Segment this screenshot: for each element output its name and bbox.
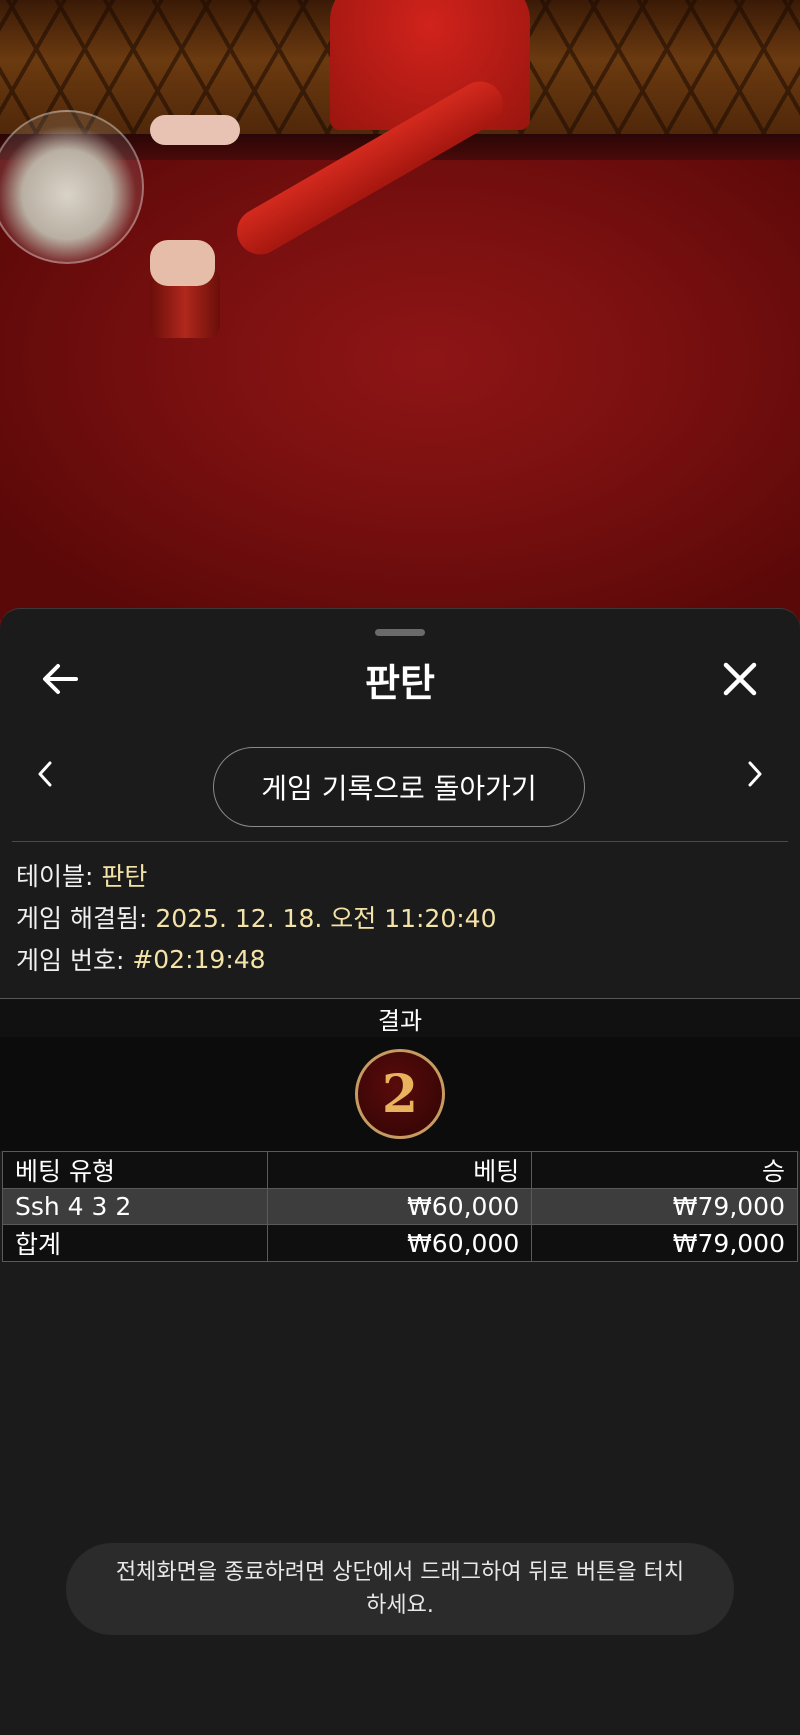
fullscreen-exit-toast: 전체화면을 종료하려면 상단에서 드래그하여 뒤로 버튼을 터치하세요.	[66, 1543, 734, 1635]
toast-message: 전체화면을 종료하려면 상단에서 드래그하여 뒤로 버튼을 터치하세요.	[115, 1560, 685, 1618]
total-row: 합계 ₩60,000 ₩79,000	[2, 1224, 798, 1262]
back-button[interactable]	[30, 651, 90, 707]
chevron-right-icon	[748, 761, 762, 787]
result-number-badge: 2	[355, 1049, 445, 1139]
game-history-sheet: 판탄 게임 기록으로 돌아가기 테이블: 판탄 게임 해결됨: 2025. 12…	[0, 608, 800, 1735]
page-title: 판탄	[365, 660, 435, 705]
resolved-info-label: 게임 해결됨:	[16, 904, 148, 933]
bead-bowl	[0, 110, 144, 264]
section-divider	[12, 841, 788, 842]
live-video-feed	[0, 0, 800, 620]
resolved-info-value: 2025. 12. 18. 오전 11:20:40	[155, 904, 497, 933]
dealer-hand	[150, 115, 240, 145]
bets-table: 베팅 유형 베팅 승 Ssh 4 3 2 ₩60,000 ₩79,000 합계 …	[2, 1151, 798, 1262]
table-row: Ssh 4 3 2 ₩60,000 ₩79,000	[2, 1188, 798, 1225]
arrow-left-icon	[43, 664, 78, 694]
column-header-bet: 베팅	[266, 1151, 533, 1189]
game-number-value: #02:19:48	[132, 944, 266, 974]
total-bet-cell: ₩60,000	[266, 1224, 533, 1262]
result-panel: 2	[0, 1037, 800, 1151]
close-icon	[723, 662, 757, 696]
bets-table-header-row: 베팅 유형 베팅 승	[2, 1151, 798, 1189]
game-number-label: 게임 번호:	[16, 946, 125, 975]
result-header: 결과	[0, 998, 800, 1038]
table-info: 테이블: 판탄	[16, 857, 147, 893]
previous-game-button[interactable]	[25, 749, 65, 799]
column-header-bet-type: 베팅 유형	[2, 1151, 268, 1189]
chevron-left-icon	[38, 761, 52, 787]
column-header-win: 승	[531, 1151, 798, 1189]
resolved-info: 게임 해결됨: 2025. 12. 18. 오전 11:20:40	[16, 899, 496, 935]
sheet-drag-handle[interactable]	[375, 629, 425, 636]
bet-type-cell: Ssh 4 3 2	[2, 1188, 268, 1225]
bet-amount-cell: ₩60,000	[266, 1188, 533, 1225]
next-game-button[interactable]	[735, 749, 775, 799]
table-info-value: 판탄	[101, 862, 148, 891]
dealer-hand-on-cup	[150, 240, 215, 286]
total-win-cell: ₩79,000	[531, 1224, 798, 1262]
table-info-label: 테이블:	[16, 862, 94, 891]
close-button[interactable]	[710, 651, 770, 707]
win-amount-cell: ₩79,000	[531, 1188, 798, 1225]
game-number-info: 게임 번호: #02:19:48	[16, 941, 266, 977]
back-to-history-button[interactable]: 게임 기록으로 돌아가기	[213, 747, 585, 827]
total-label-cell: 합계	[2, 1224, 268, 1262]
